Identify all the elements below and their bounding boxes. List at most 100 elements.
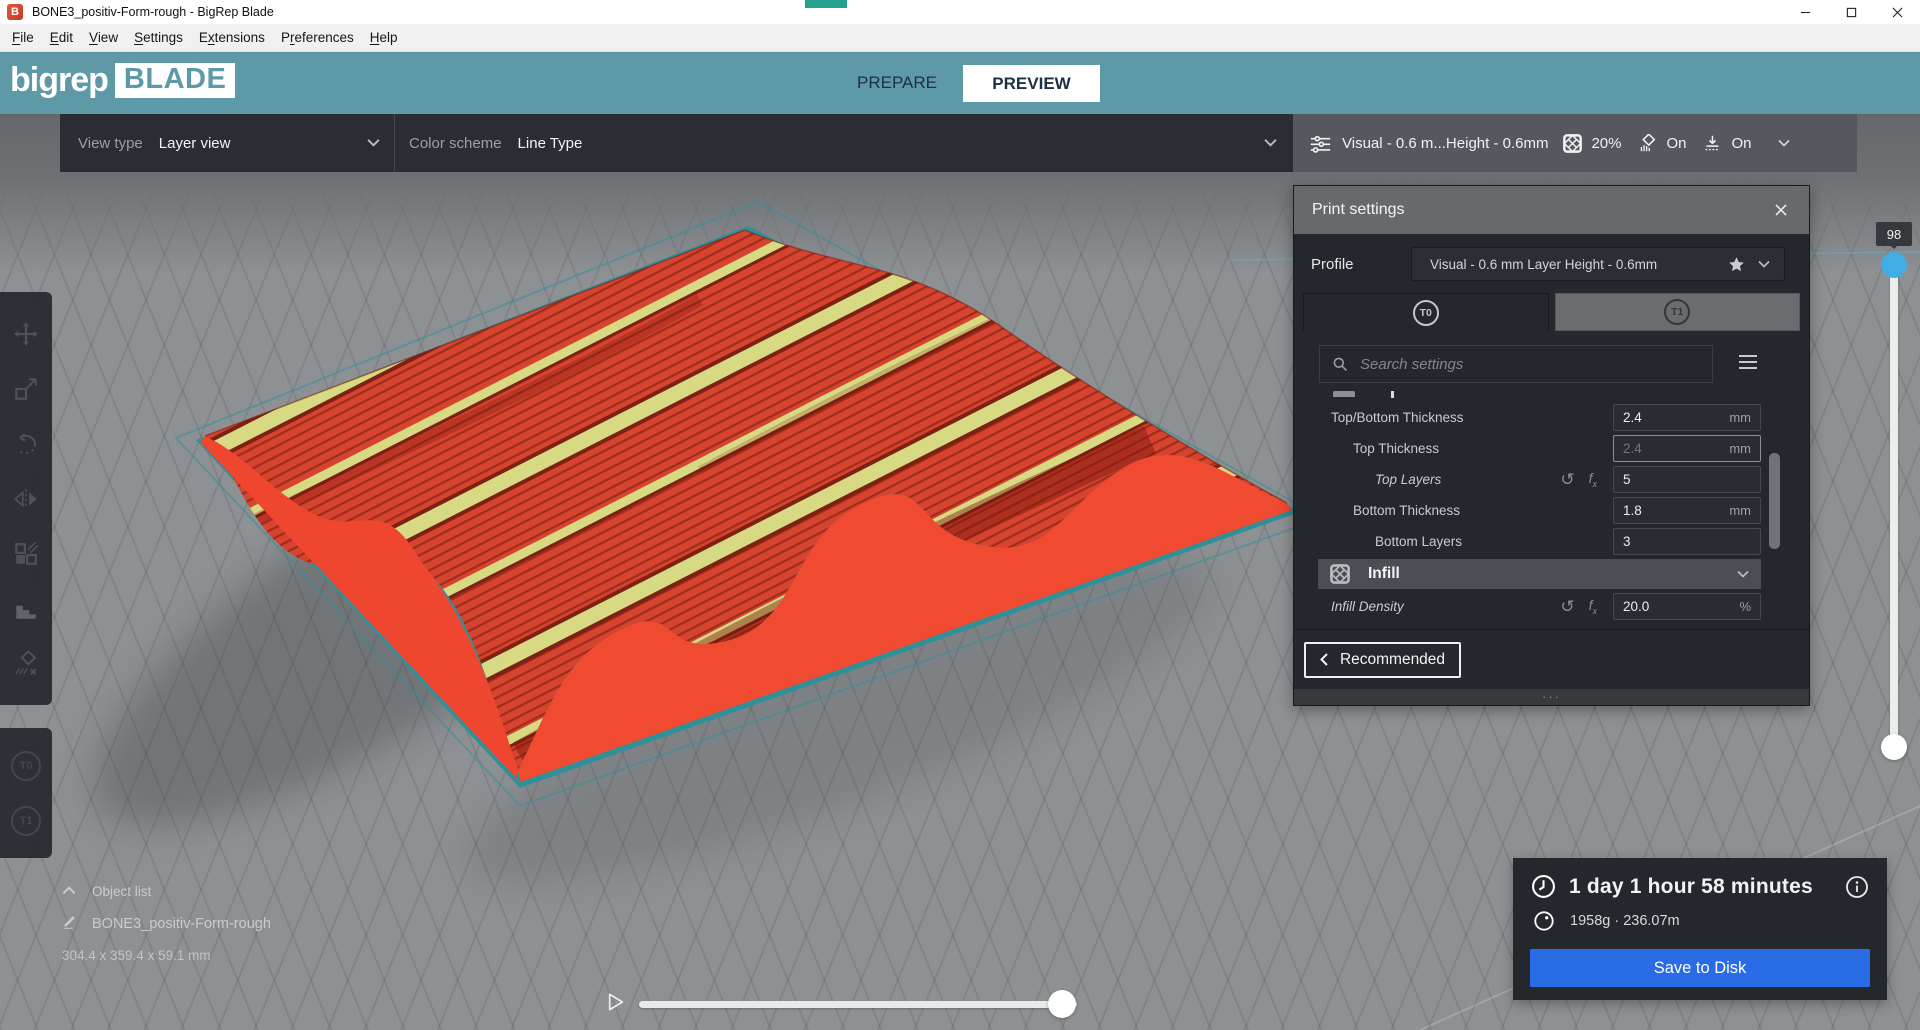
- reset-icon[interactable]: ↺: [1560, 471, 1574, 488]
- panel-resize-handle[interactable]: ···: [1294, 689, 1809, 705]
- setting-row: Infill Density↺fx20.0%: [1294, 591, 1809, 622]
- play-icon[interactable]: [608, 992, 625, 1017]
- window-title: BONE3_positiv-Form-rough - BigRep Blade: [32, 5, 274, 19]
- view-type-value: Layer view: [159, 135, 231, 152]
- view-type-dropdown[interactable]: View type Layer view: [60, 114, 394, 172]
- extruder-t1-icon[interactable]: T1: [11, 806, 41, 836]
- material-estimate: 1958g · 236.07m: [1570, 913, 1680, 929]
- layer-slider-bottom-handle[interactable]: [1881, 734, 1907, 760]
- view-options-toolbar: View type Layer view Color scheme Line T…: [60, 114, 1857, 172]
- model-shadow-2: [436, 497, 1244, 942]
- setting-value-input[interactable]: 20.0%: [1613, 593, 1761, 620]
- setting-row: Top/Bottom Thickness2.4mm: [1294, 402, 1809, 433]
- menu-preferences[interactable]: Preferences: [273, 27, 362, 48]
- app-window: B BONE3_positiv-Form-rough - BigRep Blad…: [0, 0, 1920, 1030]
- formula-icon[interactable]: fx: [1589, 470, 1597, 489]
- rotate-tool-icon[interactable]: [11, 429, 41, 459]
- print-settings-title: Print settings: [1312, 201, 1771, 219]
- layer-slider-top-handle[interactable]: [1881, 252, 1907, 278]
- star-icon[interactable]: [1728, 256, 1745, 273]
- save-to-disk-button[interactable]: Save to Disk: [1530, 949, 1870, 987]
- path-slider-handle[interactable]: [1048, 990, 1076, 1018]
- setting-value-input[interactable]: 2.4mm: [1613, 435, 1761, 462]
- clipped-section-header: [1318, 391, 1761, 398]
- info-icon[interactable]: [1845, 875, 1869, 899]
- section-label: Infill: [1368, 565, 1737, 583]
- chevron-down-icon: [1264, 134, 1277, 152]
- summary-infill-value: 20%: [1591, 135, 1621, 152]
- minimize-button[interactable]: [1782, 0, 1828, 24]
- recommended-label: Recommended: [1340, 651, 1445, 669]
- extruder-t0-icon[interactable]: T0: [11, 751, 41, 781]
- chevron-down-icon[interactable]: [1778, 134, 1790, 152]
- setting-value-input[interactable]: 1.8mm: [1613, 497, 1761, 524]
- setting-label: Top Thickness: [1294, 441, 1613, 456]
- titlebar-accent: [805, 0, 847, 8]
- setting-label: Bottom Layers: [1294, 534, 1613, 549]
- extruder-panel: T0 T1: [0, 728, 52, 858]
- profile-value: Visual - 0.6 mm Layer Height - 0.6mm: [1430, 257, 1728, 272]
- settings-menu-icon[interactable]: [1738, 354, 1758, 375]
- extruder-tab-t1[interactable]: T1: [1555, 293, 1801, 331]
- profile-dropdown[interactable]: Visual - 0.6 mm Layer Height - 0.6mm: [1411, 247, 1785, 281]
- chevron-down-icon: [1758, 255, 1770, 273]
- menu-view[interactable]: View: [81, 27, 126, 48]
- object-dimensions: 304.4 x 359.4 x 59.1 mm: [62, 948, 271, 963]
- mirror-tool-icon[interactable]: [11, 484, 41, 514]
- print-settings-header[interactable]: Print settings: [1294, 186, 1809, 234]
- chevron-down-icon: [367, 134, 380, 152]
- print-settings-summary[interactable]: Visual - 0.6 m...Height - 0.6mm 20% On O…: [1293, 114, 1857, 172]
- close-panel-button[interactable]: [1771, 200, 1791, 220]
- maximize-button[interactable]: [1828, 0, 1874, 24]
- settings-scrollbar[interactable]: [1769, 453, 1780, 549]
- setting-unit: mm: [1729, 410, 1751, 425]
- steps-tool-icon[interactable]: [11, 594, 41, 624]
- setting-value: 2.4: [1623, 441, 1729, 456]
- clock-icon: [1531, 874, 1556, 899]
- setting-value-input[interactable]: 5: [1613, 466, 1761, 493]
- setting-value-input[interactable]: 2.4mm: [1613, 404, 1761, 431]
- raft: [196, 226, 1300, 788]
- menu-extensions[interactable]: Extensions: [191, 27, 273, 48]
- setting-row: Bottom Layers 3: [1294, 526, 1809, 557]
- path-slider-track[interactable]: [639, 1001, 1077, 1008]
- logo-badge: BLADE: [115, 63, 235, 98]
- per-model-settings-tool-icon[interactable]: [11, 539, 41, 569]
- setting-value-input[interactable]: 3: [1613, 528, 1761, 555]
- skirt-outline: [176, 202, 1322, 806]
- object-list-label: Object list: [92, 884, 151, 899]
- support-blocker-tool-icon[interactable]: [11, 649, 41, 679]
- summary-support-value: On: [1667, 135, 1687, 152]
- setting-value: 2.4: [1623, 410, 1729, 425]
- app-logo: bigrep BLADE: [10, 61, 235, 100]
- material-spool-icon: [1533, 910, 1555, 932]
- section-header-infill[interactable]: Infill: [1318, 559, 1761, 589]
- color-scheme-label: Color scheme: [409, 135, 502, 152]
- menu-file[interactable]: File: [4, 27, 42, 48]
- pencil-icon: [62, 914, 82, 934]
- tab-prepare[interactable]: PREPARE: [857, 52, 937, 114]
- color-scheme-dropdown[interactable]: Color scheme Line Type: [394, 114, 1293, 172]
- recommended-button[interactable]: Recommended: [1304, 642, 1461, 678]
- extruder-t1-icon: T1: [1664, 299, 1690, 325]
- menu-edit[interactable]: Edit: [42, 27, 81, 48]
- layer-slider-track[interactable]: [1890, 262, 1898, 752]
- formula-icon[interactable]: fx: [1589, 597, 1597, 616]
- tab-preview[interactable]: PREVIEW: [963, 65, 1100, 102]
- setting-value: 3: [1623, 534, 1751, 549]
- object-list-toggle[interactable]: Object list: [62, 882, 271, 900]
- reset-icon[interactable]: ↺: [1560, 598, 1574, 615]
- close-button[interactable]: [1874, 0, 1920, 24]
- scale-tool-icon[interactable]: [11, 374, 41, 404]
- viewport-3d[interactable]: View type Layer view Color scheme Line T…: [0, 114, 1920, 1030]
- print-settings-panel: Print settings Profile Visual - 0.6 mm L…: [1293, 185, 1810, 706]
- move-tool-icon[interactable]: [11, 319, 41, 349]
- simulation-controls: [608, 992, 1077, 1017]
- model-shadow: [38, 322, 762, 899]
- search-settings-input[interactable]: Search settings: [1319, 345, 1713, 383]
- menu-settings[interactable]: Settings: [126, 27, 191, 48]
- menu-help[interactable]: Help: [362, 27, 406, 48]
- object-list-item[interactable]: BONE3_positiv-Form-rough: [62, 914, 271, 934]
- extruder-tab-t0[interactable]: T0: [1303, 293, 1549, 331]
- print-time-estimate: 1 day 1 hour 58 minutes: [1569, 875, 1845, 899]
